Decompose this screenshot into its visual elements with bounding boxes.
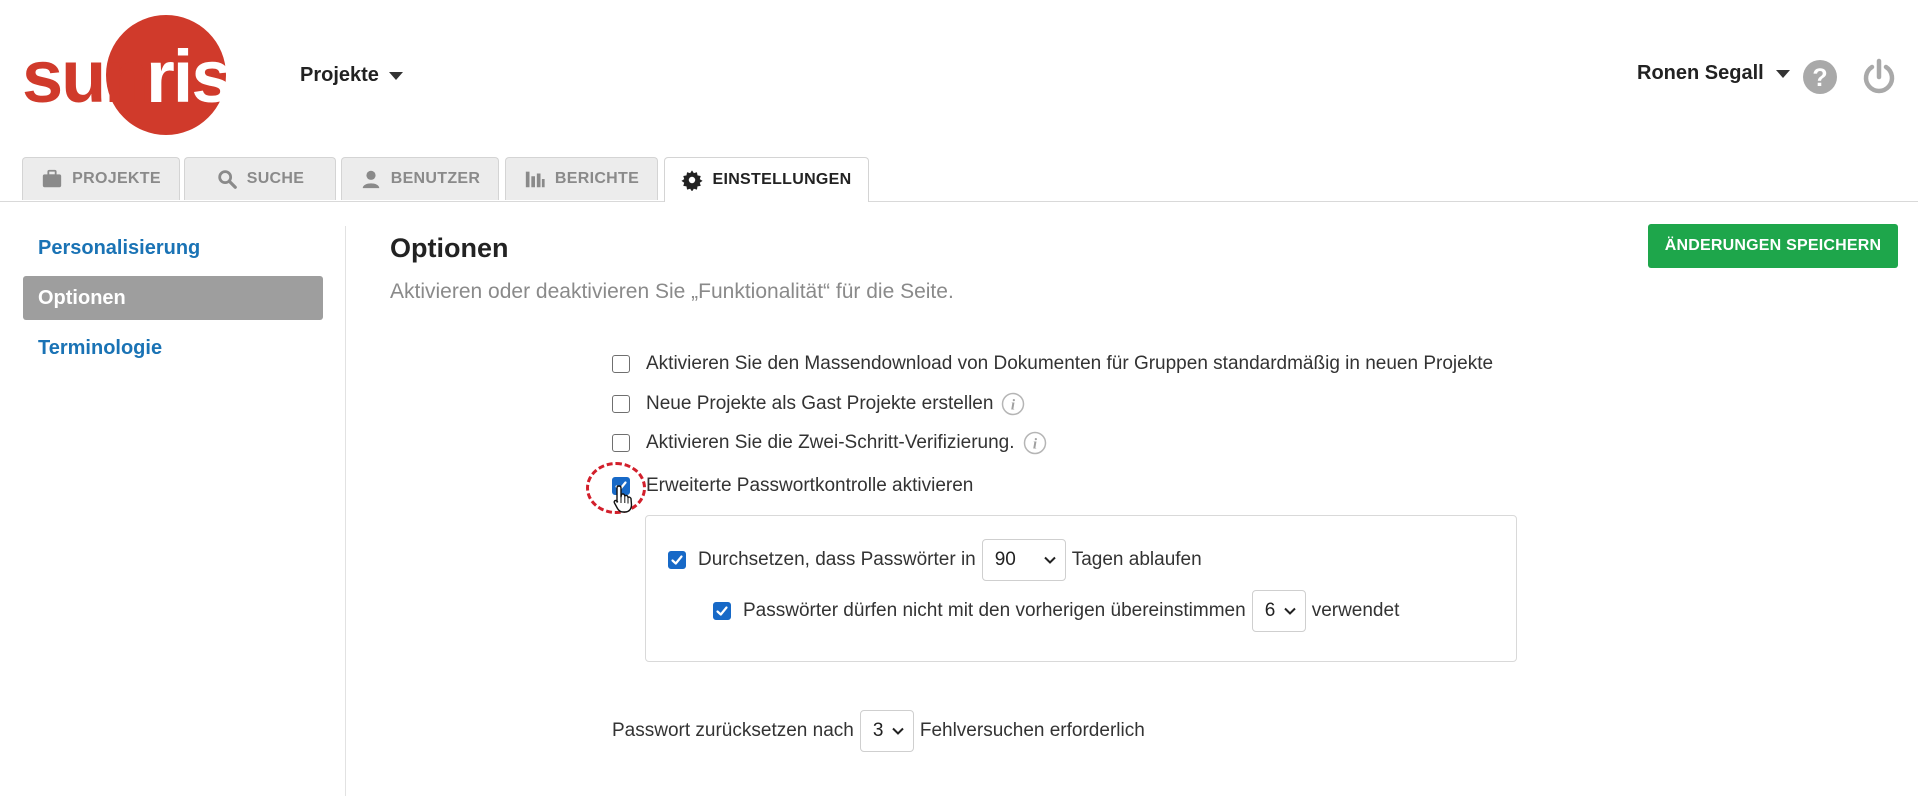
password-expire-checkbox[interactable]: [668, 551, 686, 569]
svg-text:rise: rise: [146, 35, 270, 118]
projects-menu-label: Projekte: [300, 64, 379, 86]
password-options-panel: Durchsetzen, dass Passwörter in 90 Tagen…: [645, 515, 1517, 662]
user-name: Ronen Segall: [1637, 62, 1764, 84]
chevron-down-icon: [892, 727, 904, 735]
power-icon[interactable]: [1860, 58, 1898, 96]
password-history-checkbox[interactable]: [713, 602, 731, 620]
two-step-checkbox[interactable]: [612, 434, 630, 452]
chevron-down-icon: [1283, 607, 1296, 615]
bar-chart-icon: [525, 171, 545, 188]
info-icon[interactable]: i: [1001, 392, 1025, 416]
tab-projekte[interactable]: PROJEKTE: [22, 157, 180, 200]
briefcase-icon: [43, 169, 62, 188]
save-changes-button[interactable]: ÄNDERUNGEN SPEICHERN: [1648, 224, 1898, 268]
sidebar-item-personalisierung[interactable]: Personalisierung: [23, 226, 323, 270]
svg-text:sun: sun: [22, 35, 148, 118]
tab-benutzer[interactable]: BENUTZER: [341, 157, 499, 200]
chevron-down-icon: [1044, 556, 1056, 564]
question-circle-icon[interactable]: ?: [1801, 58, 1839, 96]
option-bulk-download: Aktivieren Sie den Massendownload von Do…: [612, 353, 1493, 375]
hand-pointer-icon: [613, 485, 633, 513]
expire-prefix-text: Durchsetzen, dass Passwörter in: [698, 549, 976, 570]
reset-attempts-select[interactable]: 3: [859, 710, 914, 752]
tab-berichte[interactable]: BERICHTE: [505, 157, 658, 200]
tab-label: BENUTZER: [390, 170, 481, 187]
checkmark-icon: [716, 606, 728, 616]
tab-label: EINSTELLUNGEN: [712, 171, 852, 188]
history-count-select[interactable]: 6: [1251, 590, 1306, 632]
sidebar-item-optionen[interactable]: Optionen: [23, 276, 323, 320]
user-icon: [362, 170, 379, 189]
sidebar-divider: [345, 226, 346, 796]
reset-prefix-text: Passwort zurücksetzen nach: [612, 720, 854, 741]
projects-menu[interactable]: Projekte: [300, 64, 403, 87]
expire-days-select[interactable]: 90: [981, 539, 1066, 581]
tab-einstellungen[interactable]: EINSTELLUNGEN: [664, 157, 869, 202]
page-subtitle: Aktivieren oder deaktivieren Sie „Funkti…: [390, 280, 954, 303]
tab-label: PROJEKTE: [72, 170, 161, 187]
option-label: Erweiterte Passwortkontrolle aktivieren: [646, 475, 974, 496]
option-label: Aktivieren Sie den Massendownload von Do…: [646, 353, 1494, 374]
svg-text:?: ?: [1812, 64, 1827, 92]
expire-suffix-text: Tagen ablaufen: [1071, 549, 1202, 570]
tab-label: BERICHTE: [554, 170, 640, 187]
option-two-step: Aktivieren Sie die Zwei-Schritt-Verifizi…: [612, 431, 1047, 455]
sunrise-logo: sun rise: [22, 15, 270, 135]
checkmark-icon: [671, 555, 683, 565]
info-icon[interactable]: i: [1023, 431, 1047, 455]
sidebar-item-terminologie[interactable]: Terminologie: [23, 326, 323, 370]
reset-suffix-text: Fehlversuchen erforderlich: [919, 720, 1145, 741]
history-count-value: 6: [1264, 600, 1276, 621]
gear-icon: [681, 170, 704, 191]
option-password-control: Erweiterte Passwortkontrolle aktivieren: [612, 475, 973, 497]
main-tab-bar: PROJEKTE SUCHE BENUTZER BERICHTE EINSTEL…: [0, 157, 1918, 202]
reset-attempts-value: 3: [872, 720, 884, 741]
settings-sidebar: Personalisierung Optionen Terminologie: [23, 226, 323, 376]
option-label: Aktivieren Sie die Zwei-Schritt-Verifizi…: [646, 432, 1015, 453]
history-prefix-text: Passwörter dürfen nicht mit den vorherig…: [743, 600, 1246, 621]
search-icon: [218, 170, 237, 189]
bulk-download-checkbox[interactable]: [612, 355, 630, 373]
history-suffix-text: verwendet: [1311, 600, 1400, 621]
option-password-expire: Durchsetzen, dass Passwörter in 90 Tagen…: [668, 539, 1202, 581]
user-menu[interactable]: Ronen Segall: [1637, 62, 1790, 85]
option-guest-projects: Neue Projekte als Gast Projekte erstelle…: [612, 392, 1025, 416]
tab-label: SUCHE: [246, 170, 305, 187]
expire-days-value: 90: [994, 549, 1016, 570]
guest-projects-checkbox[interactable]: [612, 395, 630, 413]
caret-down-icon: [1775, 69, 1790, 78]
option-label: Neue Projekte als Gast Projekte erstelle…: [646, 393, 994, 414]
option-password-reset: Passwort zurücksetzen nach 3 Fehlversuch…: [612, 710, 1145, 752]
caret-down-icon: [388, 71, 403, 80]
option-password-history: Passwörter dürfen nicht mit den vorherig…: [713, 590, 1399, 632]
tab-suche[interactable]: SUCHE: [184, 157, 336, 200]
page-title: Optionen: [390, 233, 509, 263]
